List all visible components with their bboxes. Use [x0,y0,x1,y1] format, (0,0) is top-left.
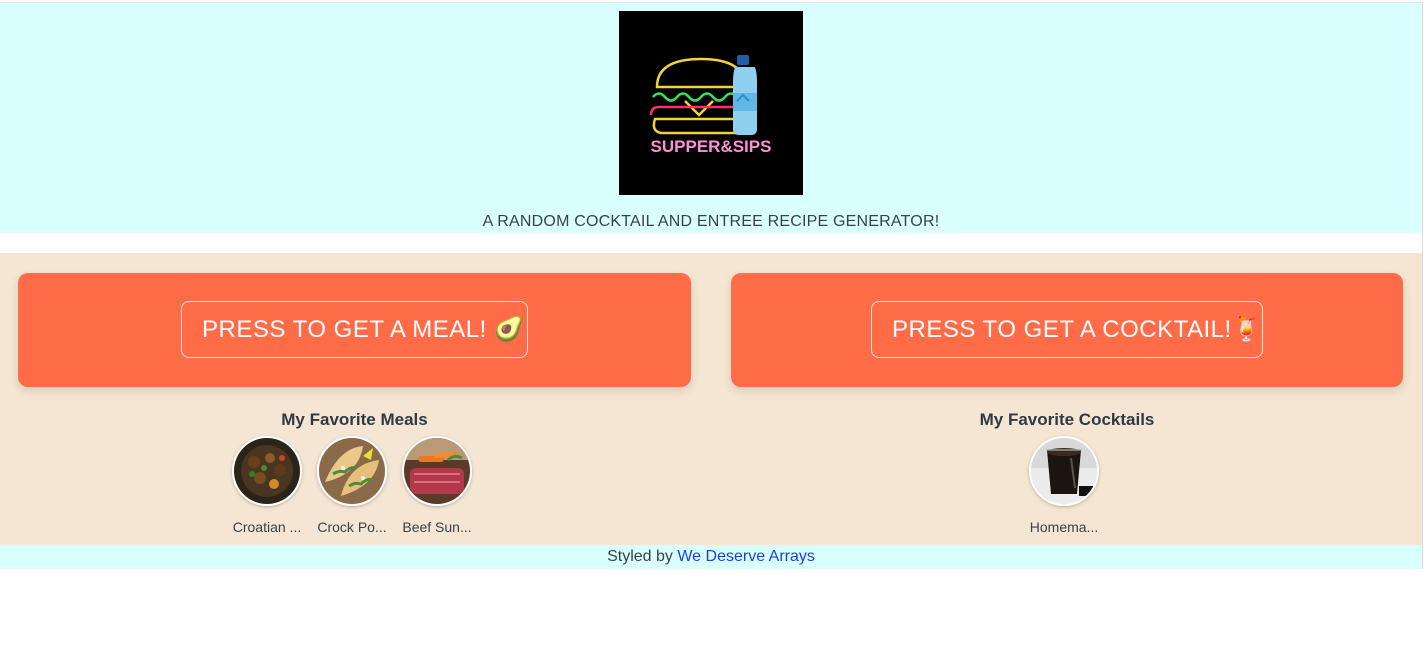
favorite-meal-item[interactable]: Crock Po... [307,436,397,535]
meal-thumbnail[interactable] [402,436,472,506]
favorite-meal-item[interactable]: Beef Sun... [392,436,482,535]
favorite-cocktails-title: My Favorite Cocktails [979,410,1155,429]
meal-label: Crock Po... [317,519,387,535]
credits-link[interactable]: We Deserve Arrays [677,548,815,565]
tagline: A RANDOM COCKTAIL AND ENTREE RECIPE GENE… [482,213,940,230]
generator-section: PRESS TO GET A MEAL! 🥑 PRESS TO GET A CO… [0,253,1422,545]
favorite-meal-item[interactable]: Croatian ... [222,436,312,535]
meal-thumbnail[interactable] [317,436,387,506]
meal-thumbnail[interactable] [232,436,302,506]
cocktail-card: PRESS TO GET A COCKTAIL!🍹 [731,273,1403,387]
site-footer: Styled by We Deserve Arrays [0,545,1422,569]
site-header: SUPPER&SIPS A RANDOM COCKTAIL AND ENTREE… [0,3,1422,233]
favorite-cocktail-item[interactable]: Homema... [1019,436,1109,535]
get-cocktail-button[interactable]: PRESS TO GET A COCKTAIL!🍹 [871,301,1263,358]
footer-prefix: Styled by [607,548,678,565]
cocktail-label: Homema... [1029,519,1099,535]
supper-and-sips-logo: SUPPER&SIPS [619,11,803,195]
logo-wordmark: SUPPER&SIPS [651,137,772,156]
favorite-meals-title: My Favorite Meals [281,410,428,429]
meal-card: PRESS TO GET A MEAL! 🥑 [18,273,691,387]
cocktail-thumbnail[interactable] [1029,436,1099,506]
right-border [1422,2,1423,569]
meal-label: Croatian ... [232,519,302,535]
get-meal-button[interactable]: PRESS TO GET A MEAL! 🥑 [181,301,528,358]
meal-label: Beef Sun... [402,519,472,535]
